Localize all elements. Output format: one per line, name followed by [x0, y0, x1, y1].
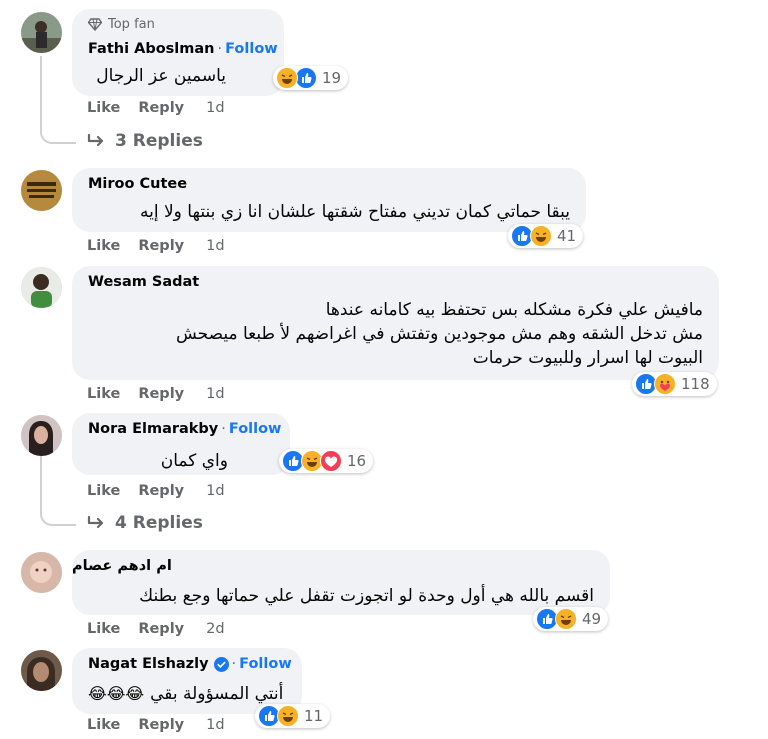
author-name[interactable]: Wesam Sadat: [88, 274, 199, 290]
follow-button[interactable]: Follow: [225, 41, 278, 57]
reply-arrow-icon: [87, 133, 104, 147]
comment-actions: Like Reply 1d: [87, 483, 243, 499]
comment-actions: Like Reply 1d: [87, 100, 243, 116]
comment-text-line: مش تدخل الشقه وهم مش موجودين وتفتش في اغ…: [175, 324, 703, 344]
diamond-icon: [88, 18, 102, 31]
separator-dot: ·: [231, 656, 237, 672]
view-replies-button[interactable]: 3 Replies: [87, 131, 203, 151]
timestamp[interactable]: 2d: [206, 621, 224, 637]
comment-text: اقسم بالله هي أول وحدة لو اتجوزت تقفل عل…: [139, 586, 594, 606]
like-button[interactable]: Like: [87, 238, 120, 254]
reply-button[interactable]: Reply: [138, 386, 184, 402]
top-fan-badge: Top fan: [88, 17, 155, 32]
comment-text-line: مافيش علي فكرة مشكله بس تحتفظ بيه كامانه…: [325, 300, 703, 320]
author-name[interactable]: Nagat Elshazly: [88, 656, 209, 672]
comment-bubble: Top fan Fathi Aboslman · Follow ياسمين عز …: [72, 9, 349, 96]
separator-dot: ·: [217, 41, 223, 57]
badge-label: Top fan: [108, 17, 155, 32]
reaction-summary[interactable]: 19: [273, 66, 349, 90]
comment-actions: Like Reply 2d: [87, 621, 243, 637]
like-button[interactable]: Like: [87, 100, 120, 116]
timestamp[interactable]: 1d: [206, 238, 224, 254]
author-name[interactable]: ام ادهم عصام: [72, 558, 172, 574]
reply-button[interactable]: Reply: [138, 483, 184, 499]
separator-dot: ·: [221, 421, 226, 437]
haha-icon: [530, 225, 552, 247]
author-name[interactable]: Fathi Aboslman: [88, 41, 215, 57]
care-icon: [654, 373, 676, 395]
reply-button[interactable]: Reply: [138, 238, 184, 254]
reaction-summary[interactable]: 49: [533, 607, 609, 631]
reaction-summary[interactable]: 11: [255, 704, 331, 728]
comment-actions: Like Reply 1d: [87, 717, 243, 733]
like-button[interactable]: Like: [87, 386, 120, 402]
like-button[interactable]: Like: [87, 717, 120, 733]
thread-curve: [40, 116, 76, 144]
timestamp[interactable]: 1d: [206, 386, 224, 402]
replies-label: 4 Replies: [115, 513, 203, 533]
avatar[interactable]: [21, 415, 62, 456]
haha-icon: [276, 67, 298, 89]
reply-button[interactable]: Reply: [138, 621, 184, 637]
haha-icon: [277, 705, 299, 727]
emoji-glyphs: 😂😂😂: [88, 684, 145, 703]
comment-bubble: Nora Elmarakby · Follow واي كمان: [72, 413, 290, 475]
reaction-count: 41: [557, 227, 577, 245]
timestamp[interactable]: 1d: [206, 483, 224, 499]
reply-button[interactable]: Reply: [138, 717, 184, 733]
replies-label: 3 Replies: [115, 131, 203, 151]
reaction-count: 118: [681, 375, 710, 393]
reply-arrow-icon: [87, 515, 104, 529]
author-name[interactable]: Miroo Cutee: [88, 176, 187, 192]
avatar[interactable]: [21, 170, 62, 211]
follow-button[interactable]: Follow: [239, 656, 292, 672]
comment-bubble: Wesam Sadat مافيش علي فكرة مشكله بس تحتف…: [72, 266, 719, 380]
verified-badge-icon: [213, 656, 229, 672]
reaction-count: 16: [347, 452, 367, 470]
avatar[interactable]: [21, 650, 62, 691]
comment-bubble: ام ادهم عصام اقسم بالله هي أول وحدة لو ا…: [72, 550, 610, 615]
author-name[interactable]: Nora Elmarakby: [88, 421, 218, 437]
comment-actions: Like Reply 1d: [87, 238, 243, 254]
like-icon: [295, 67, 317, 89]
reaction-summary[interactable]: 41: [508, 224, 584, 248]
follow-button[interactable]: Follow: [229, 421, 282, 437]
reaction-summary[interactable]: 118: [632, 372, 717, 396]
reaction-count: 49: [582, 610, 602, 628]
avatar[interactable]: [21, 267, 62, 308]
comment-text: أنتي المسؤولة بقي: [150, 684, 284, 704]
comment-text: يبقا حماتي كمان تديني مفتاح شقتها علشان …: [140, 202, 570, 222]
reaction-summary[interactable]: 16: [279, 449, 374, 473]
comment-text: ياسمين عز الرجال: [96, 66, 226, 86]
avatar[interactable]: [21, 12, 62, 53]
like-button[interactable]: Like: [87, 483, 120, 499]
view-replies-button[interactable]: 4 Replies: [87, 513, 203, 533]
comment-text: واي كمان: [160, 451, 228, 471]
reply-button[interactable]: Reply: [138, 100, 184, 116]
love-icon: [320, 450, 342, 472]
reaction-count: 11: [304, 707, 324, 725]
comment-actions: Like Reply 1d: [87, 386, 243, 402]
timestamp[interactable]: 1d: [206, 717, 224, 733]
reaction-count: 19: [322, 69, 342, 87]
haha-icon: [555, 608, 577, 630]
comment-text-row: 😂😂😂 أنتي المسؤولة بقي: [88, 682, 283, 706]
comment-text-line: البيوت لها اسرار وللبيوت حرمات: [472, 348, 703, 368]
avatar[interactable]: [21, 552, 62, 593]
timestamp[interactable]: 1d: [206, 100, 224, 116]
like-button[interactable]: Like: [87, 621, 120, 637]
thread-curve: [40, 500, 76, 526]
comment-bubble: Miroo Cutee يبقا حماتي كمان تديني مفتاح …: [72, 168, 586, 232]
